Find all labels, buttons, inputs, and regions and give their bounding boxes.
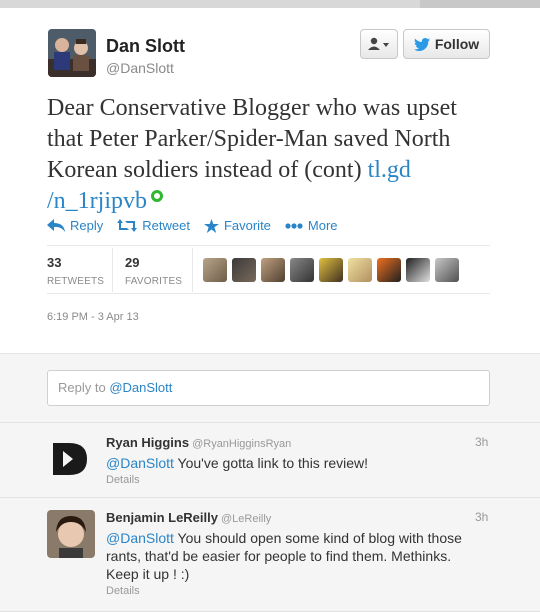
- tweet-actions: Reply Retweet Favorite More: [47, 218, 338, 233]
- reply-icon: [47, 219, 65, 232]
- reply-label: Reply: [70, 218, 104, 233]
- reply-item[interactable]: Benjamin LeReilly @LeReilly 3h @DanSlott …: [0, 498, 540, 612]
- reply-author-handle: @LeReilly: [220, 513, 272, 525]
- favoriter-avatar[interactable]: [261, 258, 285, 282]
- more-action[interactable]: More: [285, 218, 338, 233]
- stats-bottom-divider: [47, 293, 490, 294]
- reply-details-link[interactable]: Details: [106, 585, 140, 597]
- link-preview-icon[interactable]: [151, 190, 163, 202]
- reply-area: Reply to @DanSlott: [0, 353, 540, 423]
- favorites-label: FAVORITES: [125, 276, 183, 287]
- reply-prefix: Reply to: [58, 380, 110, 395]
- reply-item[interactable]: Ryan Higgins @RyanHigginsRyan 3h @DanSlot…: [0, 423, 540, 498]
- author-avatar[interactable]: [48, 29, 96, 77]
- reply-author[interactable]: Benjamin LeReilly @LeReilly: [106, 510, 271, 525]
- retweets-label: RETWEETS: [47, 276, 105, 287]
- reply-author-name: Benjamin LeReilly: [106, 510, 218, 525]
- reply-avatar[interactable]: [47, 435, 95, 483]
- reply-text: @DanSlott You should open some kind of b…: [106, 529, 486, 583]
- author-name[interactable]: Dan Slott: [106, 36, 185, 57]
- stat-separator: [112, 248, 113, 292]
- star-icon: [203, 218, 219, 233]
- favoriter-avatar[interactable]: [348, 258, 372, 282]
- reply-mention[interactable]: @DanSlott: [106, 455, 174, 471]
- reply-author-handle: @RyanHigginsRyan: [192, 438, 292, 450]
- favoriter-avatar[interactable]: [203, 258, 227, 282]
- top-bar: [0, 0, 540, 8]
- favoriters-avatars: [203, 258, 459, 282]
- favoriter-avatar[interactable]: [406, 258, 430, 282]
- user-actions-button[interactable]: [360, 29, 398, 59]
- favoriter-avatar[interactable]: [435, 258, 459, 282]
- reply-input[interactable]: Reply to @DanSlott: [47, 370, 490, 406]
- tweet-card: Dan Slott @DanSlott Follow Dear Conserva…: [0, 8, 540, 353]
- favoriter-avatar[interactable]: [290, 258, 314, 282]
- favorite-action[interactable]: Favorite: [203, 218, 271, 233]
- favoriter-avatar[interactable]: [377, 258, 401, 282]
- reply-details-link[interactable]: Details: [106, 474, 140, 486]
- more-dots-icon: [285, 222, 303, 229]
- reply-time[interactable]: 3h: [475, 435, 488, 449]
- top-bar-edge: [420, 0, 540, 8]
- stats-top-divider: [47, 245, 490, 246]
- reply-mention: @DanSlott: [109, 380, 173, 395]
- more-label: More: [307, 218, 338, 233]
- retweet-icon: [117, 219, 138, 232]
- reply-body: You've gotta link to this review!: [173, 455, 369, 471]
- reply-action[interactable]: Reply: [47, 218, 103, 233]
- stat-separator: [192, 248, 193, 292]
- favoriter-avatar[interactable]: [232, 258, 256, 282]
- user-dropdown-icon: [368, 37, 389, 50]
- retweet-label: Retweet: [142, 218, 190, 233]
- tweet-timestamp[interactable]: 6:19 PM - 3 Apr 13: [47, 311, 139, 323]
- favorites-count: 29: [125, 255, 140, 270]
- favoriter-avatar[interactable]: [319, 258, 343, 282]
- twitter-bird-icon: [413, 37, 430, 51]
- reply-mention[interactable]: @DanSlott: [106, 530, 174, 546]
- follow-label: Follow: [434, 36, 480, 52]
- retweet-action[interactable]: Retweet: [117, 218, 190, 233]
- favorite-label: Favorite: [223, 218, 271, 233]
- reply-author-name: Ryan Higgins: [106, 435, 190, 450]
- tweet-text: Dear Conservative Blogger who was upset …: [47, 93, 497, 217]
- reply-author[interactable]: Ryan Higgins @RyanHigginsRyan: [106, 435, 291, 450]
- favorites-stat[interactable]: 29 FAVORITES: [125, 255, 182, 287]
- reply-avatar[interactable]: [47, 510, 95, 558]
- author-handle[interactable]: @DanSlott: [106, 60, 174, 76]
- retweets-stat[interactable]: 33 RETWEETS: [47, 255, 104, 287]
- retweets-count: 33: [47, 255, 62, 270]
- reply-time[interactable]: 3h: [475, 510, 488, 524]
- follow-button[interactable]: Follow: [403, 29, 490, 59]
- reply-text: @DanSlott You've gotta link to this revi…: [106, 454, 486, 472]
